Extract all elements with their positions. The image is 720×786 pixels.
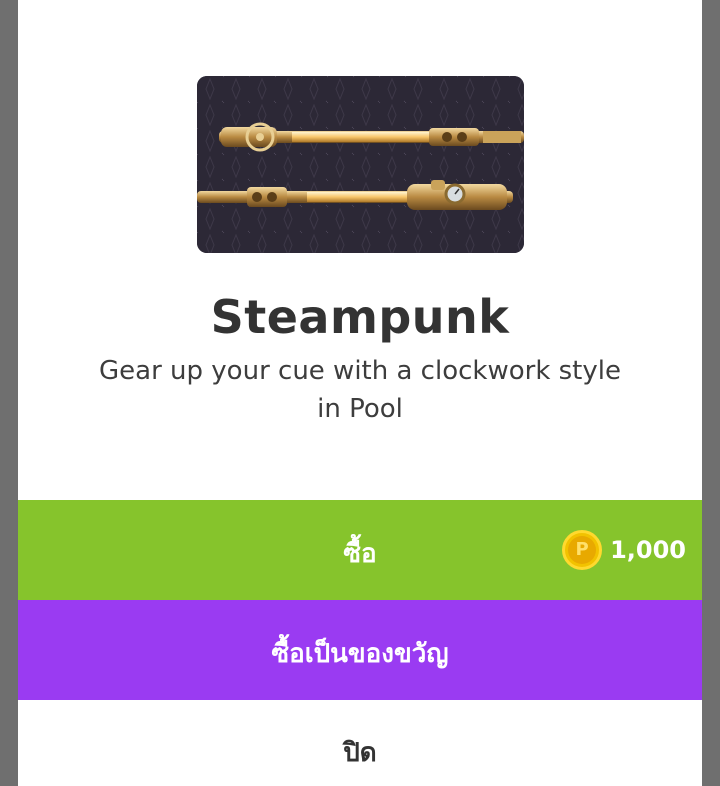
cue-stick-icon [197, 76, 524, 253]
item-description: Gear up your cue with a clockwork style … [99, 356, 621, 424]
gift-button-label: ซื้อเป็นของขวัญ [271, 639, 449, 669]
price-tag: P 1,000 [562, 530, 686, 570]
item-title: Steampunk [210, 290, 510, 344]
close-button-label: ปิด [343, 738, 377, 768]
close-button[interactable]: ปิด [18, 700, 702, 786]
buy-as-gift-button[interactable]: ซื้อเป็นของขวัญ [18, 600, 702, 700]
item-purchase-dialog: Steampunk Gear up your cue with a clockw… [18, 0, 702, 786]
item-preview-image [197, 76, 524, 253]
coin-letter: P [568, 536, 597, 564]
price-amount: 1,000 [610, 536, 686, 564]
coin-icon: P [562, 530, 603, 570]
buy-button[interactable]: ซื้อ P 1,000 [18, 500, 702, 600]
